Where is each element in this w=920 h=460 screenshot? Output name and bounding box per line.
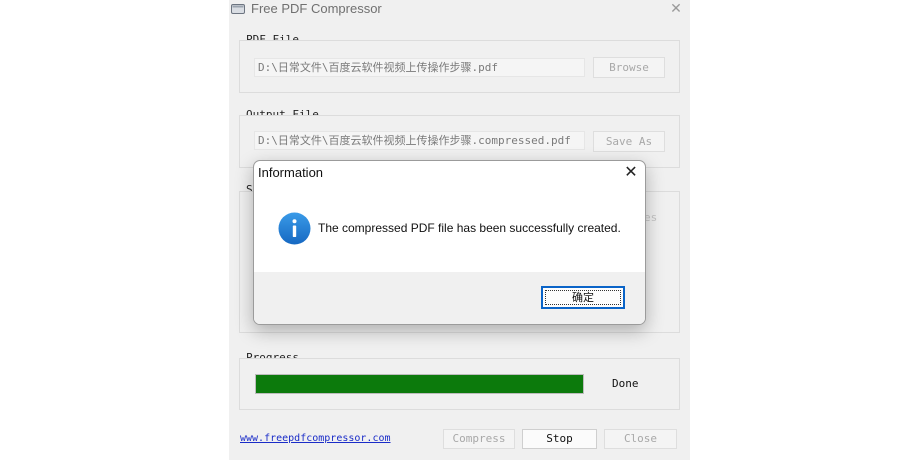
ok-button[interactable]: 确定 (541, 286, 625, 309)
information-dialog: Information ✕ The compressed PDF file ha… (253, 160, 646, 325)
dialog-close-button[interactable]: ✕ (622, 163, 640, 181)
dialog-message: The compressed PDF file has been success… (318, 221, 621, 235)
dialog-title: Information (258, 165, 324, 180)
info-icon (278, 212, 311, 245)
website-link[interactable]: www.freepdfcompressor.com (240, 433, 391, 444)
progress-status: Done (612, 377, 639, 390)
close-button[interactable]: Close (604, 429, 677, 449)
save-as-button[interactable]: Save As (593, 131, 665, 152)
dialog-body: The compressed PDF file has been success… (254, 185, 645, 272)
browse-button[interactable]: Browse (593, 57, 665, 78)
stop-button[interactable]: Stop (522, 429, 597, 449)
dialog-footer: 确定 (254, 272, 645, 324)
progress-bar (255, 374, 584, 394)
window-close-button[interactable]: ✕ (667, 0, 685, 18)
pdf-path-field[interactable]: D:\日常文件\百度云软件视频上传操作步骤.pdf (254, 58, 585, 77)
window-title: Free PDF Compressor (251, 1, 382, 16)
app-icon (231, 4, 245, 14)
pdf-file-group: D:\日常文件\百度云软件视频上传操作步骤.pdf Browse (239, 40, 680, 93)
compress-button[interactable]: Compress (443, 429, 515, 449)
title-bar: Free PDF Compressor ✕ (229, 0, 690, 20)
progress-bar-fill (256, 375, 583, 393)
output-path-field[interactable]: D:\日常文件\百度云软件视频上传操作步骤.compressed.pdf (254, 131, 585, 150)
